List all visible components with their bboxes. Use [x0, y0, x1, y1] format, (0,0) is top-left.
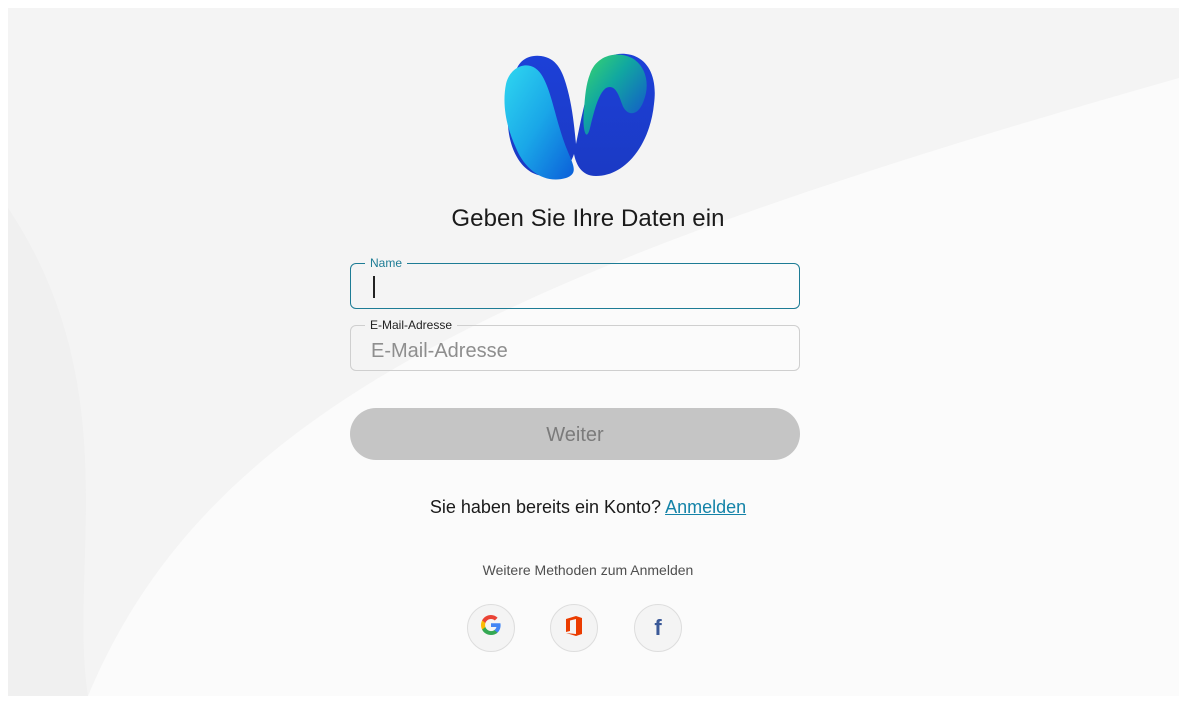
- name-field[interactable]: Name: [350, 256, 800, 309]
- office-icon: [564, 615, 584, 642]
- email-label: E-Mail-Adresse: [365, 318, 458, 332]
- name-input[interactable]: [363, 276, 791, 302]
- google-icon: [480, 614, 502, 642]
- sign-in-link[interactable]: Anmelden: [665, 497, 746, 517]
- facebook-sign-in-button[interactable]: f: [634, 604, 682, 652]
- name-label: Name: [365, 256, 408, 270]
- google-sign-in-button[interactable]: [467, 604, 515, 652]
- existing-account-line: Sie haben bereits ein Konto? Anmelden: [308, 497, 868, 518]
- webex-logo: [486, 44, 666, 189]
- email-input[interactable]: [363, 338, 791, 364]
- existing-account-prompt: Sie haben bereits ein Konto?: [429, 497, 662, 517]
- facebook-icon: f: [654, 615, 662, 640]
- continue-button[interactable]: Weiter: [350, 408, 800, 460]
- office-sign-in-button[interactable]: [550, 604, 598, 652]
- alt-methods-label: Weitere Methoden zum Anmelden: [482, 562, 694, 578]
- page-title: Geben Sie Ihre Daten ein: [451, 205, 725, 232]
- email-field[interactable]: E-Mail-Adresse: [350, 318, 800, 371]
- login-page: Geben Sie Ihre Daten ein Name E-Mail-Adr…: [8, 8, 1179, 696]
